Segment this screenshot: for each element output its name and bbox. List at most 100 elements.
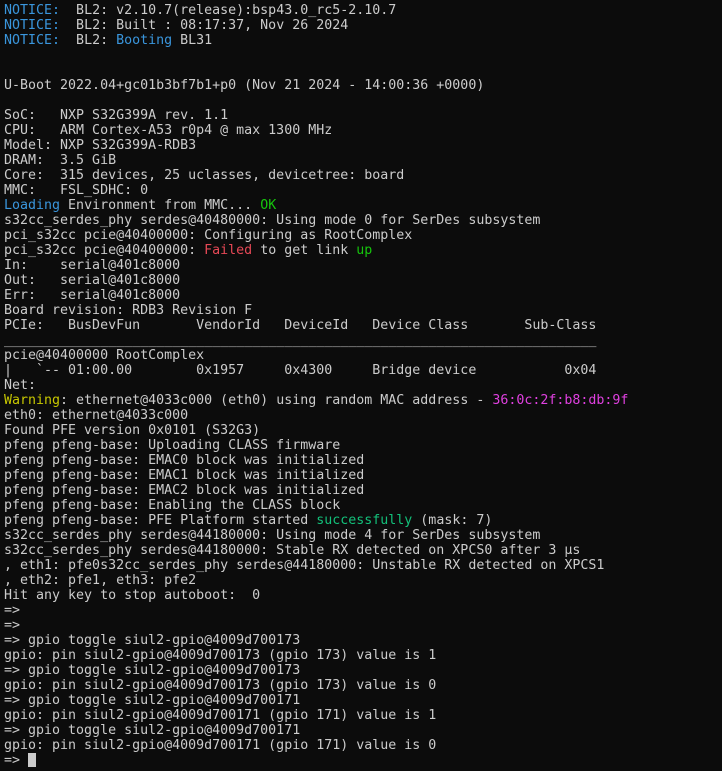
terminal-text: successfully <box>316 513 413 528</box>
terminal-text: Board revision: RDB3 Revision F <box>4 303 253 318</box>
terminal-text: to get link <box>252 243 357 258</box>
terminal-text: BL31 <box>172 33 213 48</box>
terminal-text: In: serial@401c8000 <box>4 258 181 273</box>
terminal-text: gpio: pin siul2-gpio@4009d700173 (gpio 1… <box>4 678 437 693</box>
terminal-text: PCIe: BusDevFun VendorId DeviceId Device… <box>4 318 597 333</box>
terminal-line: pfeng pfeng-base: Enabling the CLASS blo… <box>4 498 722 513</box>
terminal-text: Core: 315 devices, 25 uclasses, devicetr… <box>4 168 405 183</box>
terminal-output[interactable]: NOTICE: BL2: v2.10.7(release):bsp43.0_rc… <box>0 0 722 771</box>
terminal-line: Hit any key to stop autoboot: 0 <box>4 588 722 603</box>
terminal-line: gpio: pin siul2-gpio@4009d700173 (gpio 1… <box>4 648 722 663</box>
terminal-text: BL2: v2.10.7(release):bsp43.0_rc5-2.10.7 <box>60 3 397 18</box>
terminal-line: Core: 315 devices, 25 uclasses, devicetr… <box>4 168 722 183</box>
terminal-line: In: serial@401c8000 <box>4 258 722 273</box>
terminal-line: CPU: ARM Cortex-A53 r0p4 @ max 1300 MHz <box>4 123 722 138</box>
terminal-line: Err: serial@401c8000 <box>4 288 722 303</box>
terminal-line: => gpio toggle siul2-gpio@4009d700171 <box>4 693 722 708</box>
terminal-text: gpio: pin siul2-gpio@4009d700171 (gpio 1… <box>4 708 437 723</box>
terminal-text: NOTICE: <box>4 3 61 18</box>
terminal-line: U-Boot 2022.04+gc01b3bf7b1+p0 (Nov 21 20… <box>4 78 722 93</box>
terminal-text: BL2: <box>60 33 117 48</box>
terminal-line: ________________________________________… <box>4 333 722 348</box>
terminal-text: pfeng pfeng-base: PFE Platform started <box>4 513 317 528</box>
terminal-line: s32cc_serdes_phy serdes@40480000: Using … <box>4 213 722 228</box>
terminal-line: Board revision: RDB3 Revision F <box>4 303 722 318</box>
terminal-line: gpio: pin siul2-gpio@4009d700171 (gpio 1… <box>4 738 722 753</box>
terminal-line: MMC: FSL_SDHC: 0 <box>4 183 722 198</box>
terminal-text: pfeng pfeng-base: EMAC2 block was initia… <box>4 483 365 498</box>
terminal-line: => <box>4 618 722 633</box>
terminal-text: gpio: pin siul2-gpio@4009d700173 (gpio 1… <box>4 648 437 663</box>
terminal-text: Net: <box>4 378 37 393</box>
terminal-text: => gpio toggle siul2-gpio@4009d700173 <box>4 663 301 678</box>
terminal-line: pfeng pfeng-base: PFE Platform started s… <box>4 513 722 528</box>
terminal-line: Loading Environment from MMC... OK <box>4 198 722 213</box>
terminal-text: SoC: NXP S32G399A rev. 1.1 <box>4 108 229 123</box>
terminal-text: BL2: Built : 08:17:37, Nov 26 2024 <box>60 18 349 33</box>
terminal-text: NOTICE: <box>4 33 61 48</box>
terminal-line: s32cc_serdes_phy serdes@44180000: Stable… <box>4 543 722 558</box>
terminal-line: SoC: NXP S32G399A rev. 1.1 <box>4 108 722 123</box>
terminal-text: => <box>4 753 29 768</box>
terminal-line: pfeng pfeng-base: Uploading CLASS firmwa… <box>4 438 722 453</box>
terminal-line: | `-- 01:00.00 0x1957 0x4300 Bridge devi… <box>4 363 722 378</box>
terminal-text: Model: NXP S32G399A-RDB3 <box>4 138 197 153</box>
terminal-text: Warning <box>4 393 61 408</box>
terminal-text: U-Boot 2022.04+gc01b3bf7b1+p0 (Nov 21 20… <box>4 78 485 93</box>
terminal-line: , eth1: pfe0s32cc_serdes_phy serdes@4418… <box>4 558 722 573</box>
terminal-text: Environment from MMC... <box>60 198 261 213</box>
terminal-line: pci_s32cc pcie@40400000: Failed to get l… <box>4 243 722 258</box>
terminal-text: s32cc_serdes_phy serdes@44180000: Stable… <box>4 543 581 558</box>
terminal-text: s32cc_serdes_phy serdes@40480000: Using … <box>4 213 541 228</box>
terminal-text: MMC: FSL_SDHC: 0 <box>4 183 149 198</box>
terminal-line: pci_s32cc pcie@40400000: Configuring as … <box>4 228 722 243</box>
terminal-line: Model: NXP S32G399A-RDB3 <box>4 138 722 153</box>
terminal-text: Out: serial@401c8000 <box>4 273 181 288</box>
terminal-line: Net: <box>4 378 722 393</box>
terminal-line: Found PFE version 0x0101 (S32G3) <box>4 423 722 438</box>
terminal-text: pfeng pfeng-base: Uploading CLASS firmwa… <box>4 438 341 453</box>
terminal-line: => gpio toggle siul2-gpio@4009d700171 <box>4 723 722 738</box>
terminal-line: DRAM: 3.5 GiB <box>4 153 722 168</box>
terminal-line: , eth2: pfe1, eth3: pfe2 <box>4 573 722 588</box>
terminal-text: pfeng pfeng-base: EMAC1 block was initia… <box>4 468 365 483</box>
terminal-line: NOTICE: BL2: v2.10.7(release):bsp43.0_rc… <box>4 3 722 18</box>
terminal-text: => gpio toggle siul2-gpio@4009d700171 <box>4 723 301 738</box>
terminal-text: : ethernet@4033c000 (eth0) using random … <box>60 393 493 408</box>
terminal-line: => <box>4 603 722 618</box>
terminal-line: => gpio toggle siul2-gpio@4009d700173 <box>4 663 722 678</box>
terminal-line: Out: serial@401c8000 <box>4 273 722 288</box>
terminal-text: => <box>4 618 21 633</box>
terminal-line: gpio: pin siul2-gpio@4009d700173 (gpio 1… <box>4 678 722 693</box>
terminal-text: pfeng pfeng-base: Enabling the CLASS blo… <box>4 498 341 513</box>
terminal-line: gpio: pin siul2-gpio@4009d700171 (gpio 1… <box>4 708 722 723</box>
terminal-text: 36:0c:2f:b8:db:9f <box>492 393 629 408</box>
terminal-line: => gpio toggle siul2-gpio@4009d700173 <box>4 633 722 648</box>
terminal-text: pci_s32cc pcie@40400000: Configuring as … <box>4 228 413 243</box>
terminal-text: , eth2: pfe1, eth3: pfe2 <box>4 573 197 588</box>
terminal-text: DRAM: 3.5 GiB <box>4 153 117 168</box>
terminal-text: , eth1: pfe0s32cc_serdes_phy serdes@4418… <box>4 558 605 573</box>
terminal-text: Err: serial@401c8000 <box>4 288 181 303</box>
terminal-text: ________________________________________… <box>4 333 597 348</box>
terminal-text: Booting <box>116 33 173 48</box>
terminal-text: | `-- 01:00.00 0x1957 0x4300 Bridge devi… <box>4 363 597 378</box>
terminal-text: => gpio toggle siul2-gpio@4009d700173 <box>4 633 301 648</box>
terminal-text: gpio: pin siul2-gpio@4009d700171 (gpio 1… <box>4 738 437 753</box>
terminal-line: pcie@40400000 RootComplex <box>4 348 722 363</box>
terminal-line: Warning: ethernet@4033c000 (eth0) using … <box>4 393 722 408</box>
terminal-text: OK <box>260 198 277 213</box>
terminal-text: up <box>356 243 373 258</box>
terminal-text: pci_s32cc pcie@40400000: <box>4 243 205 258</box>
terminal-text: => <box>4 603 21 618</box>
terminal-line: pfeng pfeng-base: EMAC1 block was initia… <box>4 468 722 483</box>
terminal-line: pfeng pfeng-base: EMAC0 block was initia… <box>4 453 722 468</box>
terminal-text: NOTICE: <box>4 18 61 33</box>
terminal-line: PCIe: BusDevFun VendorId DeviceId Device… <box>4 318 722 333</box>
terminal-line: s32cc_serdes_phy serdes@44180000: Using … <box>4 528 722 543</box>
terminal-text: (mask: 7) <box>412 513 493 528</box>
terminal-text: Hit any key to stop autoboot: 0 <box>4 588 261 603</box>
